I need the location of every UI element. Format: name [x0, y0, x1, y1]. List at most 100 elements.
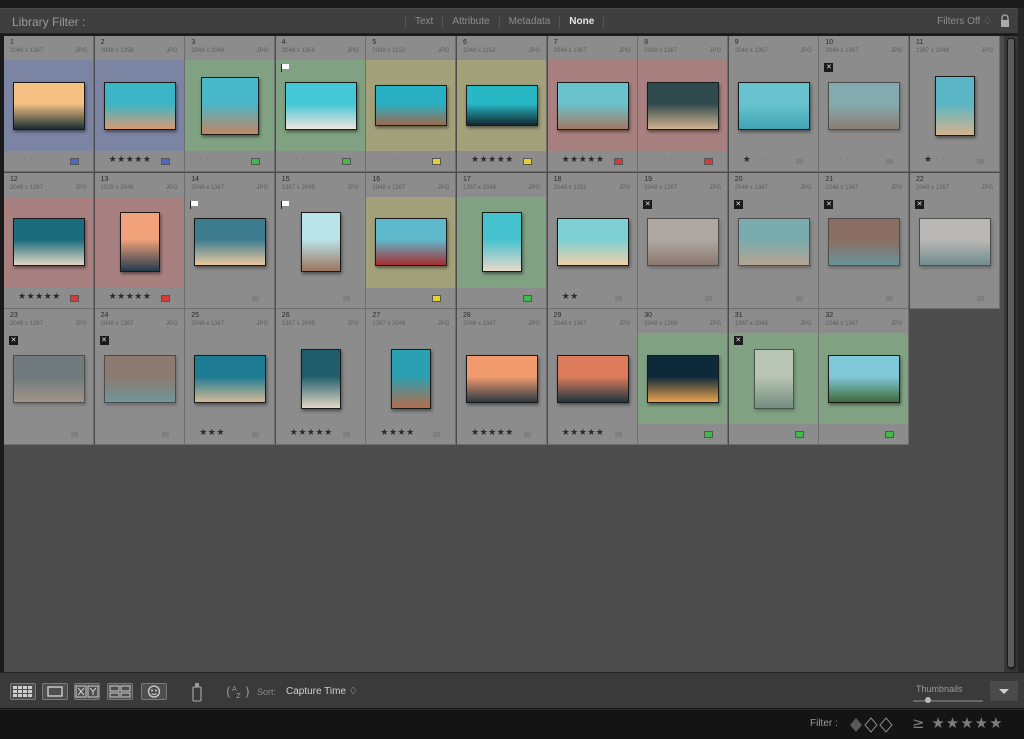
color-label[interactable]: [794, 158, 804, 165]
star-rating[interactable]: · · · · ·: [652, 428, 679, 438]
skyscraper-photo-icon[interactable]: [13, 218, 85, 266]
lock-icon[interactable]: [1000, 14, 1010, 28]
star-rating[interactable]: · · · · ·: [652, 292, 679, 302]
pick-flag-icon[interactable]: [190, 200, 199, 209]
grid-cell[interactable]: 19 2048 x 1367 JPG · · · · · ✕: [638, 172, 729, 309]
color-label[interactable]: [794, 431, 804, 438]
tree-field-photo-icon[interactable]: [737, 218, 810, 266]
star-rating[interactable]: ★★★★★: [471, 155, 514, 165]
star-rating[interactable]: · · · · ·: [833, 292, 860, 302]
canyon-road-photo-icon[interactable]: [375, 85, 448, 126]
star-rating[interactable]: ★ · · · ·: [924, 155, 957, 165]
filters-off-dropdown[interactable]: Filters Off ♢: [937, 16, 992, 27]
grid-cell[interactable]: 15 1367 x 2048 JPG · · · · ·: [275, 172, 366, 309]
color-label[interactable]: [70, 158, 79, 165]
boat-shore-photo-icon[interactable]: [647, 81, 720, 130]
color-label[interactable]: [885, 158, 895, 165]
grid-cell[interactable]: 5 2048 x 1152 JPG · · · · ·: [366, 36, 457, 172]
grid-cell[interactable]: 7 2048 x 1367 JPG ★★★★★: [547, 36, 638, 172]
grid-cell[interactable]: 12 2048 x 1367 JPG ★★★★★: [4, 172, 94, 309]
selfie-group-photo-icon[interactable]: [919, 218, 991, 266]
star-rating[interactable]: · · · · ·: [290, 292, 317, 302]
grid-cell[interactable]: 3 2048 x 2048 JPG · · · · ·: [185, 36, 276, 172]
spray-can-icon[interactable]: [190, 681, 204, 703]
grid-cell[interactable]: 4 2048 x 1356 JPG · · · · ·: [275, 36, 366, 172]
paraglider-sunset-photo-icon[interactable]: [119, 212, 160, 272]
star-rating[interactable]: · · · · ·: [380, 155, 407, 165]
sunset-forest-photo-icon[interactable]: [13, 81, 85, 130]
star-rating[interactable]: ★ · · · ·: [743, 155, 776, 165]
star-rating[interactable]: ★★★★★: [562, 428, 605, 438]
person-rocks-photo-icon[interactable]: [284, 81, 357, 130]
reject-flag-icon[interactable]: ✕: [824, 63, 834, 72]
color-label[interactable]: [613, 158, 623, 165]
scrollbar-thumb[interactable]: [1007, 38, 1015, 668]
star-rating[interactable]: ★★★★★: [109, 292, 152, 302]
color-label[interactable]: [160, 431, 170, 438]
color-label[interactable]: [613, 431, 623, 438]
star-rating[interactable]: · · · · ·: [743, 428, 770, 438]
palm-trees-photo-icon[interactable]: [828, 218, 901, 266]
grid-cell[interactable]: 24 2048 x 1367 JPG · · · · · ✕: [94, 309, 185, 445]
concert-lights-photo-icon[interactable]: [466, 85, 538, 126]
beach-dunes-photo-icon[interactable]: [482, 212, 522, 272]
red-truck-photo-icon[interactable]: [375, 218, 448, 266]
grid-cell[interactable]: 23 2048 x 1367 JPG · · · · · ✕: [4, 309, 94, 445]
park-people-photo-icon[interactable]: [828, 354, 901, 403]
hotel-palms-photo-icon[interactable]: [194, 354, 267, 403]
star-rating[interactable]: · · · · ·: [199, 292, 226, 302]
pick-flag-icon[interactable]: [280, 64, 290, 72]
toolbar-menu-button[interactable]: [990, 681, 1018, 701]
star-rating[interactable]: ★★★★★: [471, 428, 514, 438]
grid-cell[interactable]: 10 2048 x 1367 JPG · · · · · ✕: [819, 36, 910, 172]
color-label[interactable]: [704, 431, 714, 438]
tower-street-photo-icon[interactable]: [935, 75, 975, 136]
grid-cell[interactable]: 9 2048 x 1367 JPG ★ · · · ·: [728, 36, 819, 172]
color-label[interactable]: [251, 294, 261, 302]
star-rating[interactable]: · · · · ·: [109, 428, 136, 438]
flower-bush-photo-icon[interactable]: [103, 354, 176, 403]
grid-cell[interactable]: 18 2048 x 1391 JPG ★★ · · ·: [547, 172, 638, 309]
grid-cell[interactable]: 22 2048 x 1367 JPG · · · · · ✕: [910, 172, 1000, 309]
star-rating[interactable]: ★★★★★: [18, 292, 61, 302]
color-label[interactable]: [794, 294, 804, 302]
color-label[interactable]: [160, 294, 170, 302]
color-label[interactable]: [251, 431, 261, 438]
sort-direction-icon[interactable]: ( A Z ): [224, 682, 252, 700]
loupe-view-button[interactable]: [42, 683, 68, 700]
reject-flag-icon[interactable]: ✕: [9, 336, 18, 345]
coast-clouds-photo-icon[interactable]: [194, 218, 267, 266]
star-rating[interactable]: · · · · ·: [743, 292, 770, 302]
color-label[interactable]: [976, 158, 985, 165]
star-rating[interactable]: · · · · ·: [380, 292, 407, 302]
survey-view-button[interactable]: [107, 683, 133, 700]
thumbnail-size-slider[interactable]: [913, 700, 983, 702]
color-label[interactable]: [341, 294, 351, 302]
grid-cell[interactable]: 17 1367 x 2048 JPG · · · · ·: [457, 172, 547, 309]
star-rating[interactable]: ★★★★★: [109, 155, 152, 165]
star-rating[interactable]: · · · · ·: [924, 292, 951, 302]
star-rating[interactable]: · · · · ·: [471, 292, 498, 302]
rocky-hill-photo-icon[interactable]: [201, 76, 260, 135]
star-rating[interactable]: · · · · ·: [290, 155, 317, 165]
reject-flag-icon[interactable]: ✕: [733, 336, 743, 345]
pick-flag-icon[interactable]: [280, 200, 290, 209]
sort-dropdown[interactable]: Capture Time ♢: [286, 686, 358, 697]
grid-view-button[interactable]: [10, 683, 36, 700]
grid-cell[interactable]: 29 2048 x 1367 JPG ★★★★★: [547, 309, 638, 445]
grid-cell[interactable]: 30 2048 x 1366 JPG · · · · ·: [638, 309, 729, 445]
grid-cell[interactable]: 13 1529 x 2048 JPG ★★★★★: [94, 172, 185, 309]
man-portrait-photo-icon[interactable]: [753, 348, 794, 409]
color-label[interactable]: [341, 158, 351, 165]
star-rating[interactable]: · · · · ·: [833, 428, 860, 438]
grid-cell[interactable]: 11 1367 x 2048 JPG ★ · · · ·: [910, 36, 1000, 172]
grid-cell[interactable]: 1 2048 x 1367 JPG · · · · ·: [4, 36, 94, 172]
grid-cell[interactable]: 21 2048 x 1367 JPG · · · · · ✕: [819, 172, 910, 309]
color-label[interactable]: [523, 158, 532, 165]
grid-cell[interactable]: 27 1367 x 2048 JPG ★★★★ ·: [366, 309, 457, 445]
star-rating[interactable]: ★★ · · ·: [562, 292, 597, 302]
star-rating[interactable]: · · · · ·: [18, 428, 45, 438]
lifeguard-tower-photo-icon[interactable]: [556, 218, 629, 266]
tab-none[interactable]: None: [559, 16, 605, 27]
reject-flag-icon[interactable]: ✕: [733, 199, 743, 209]
